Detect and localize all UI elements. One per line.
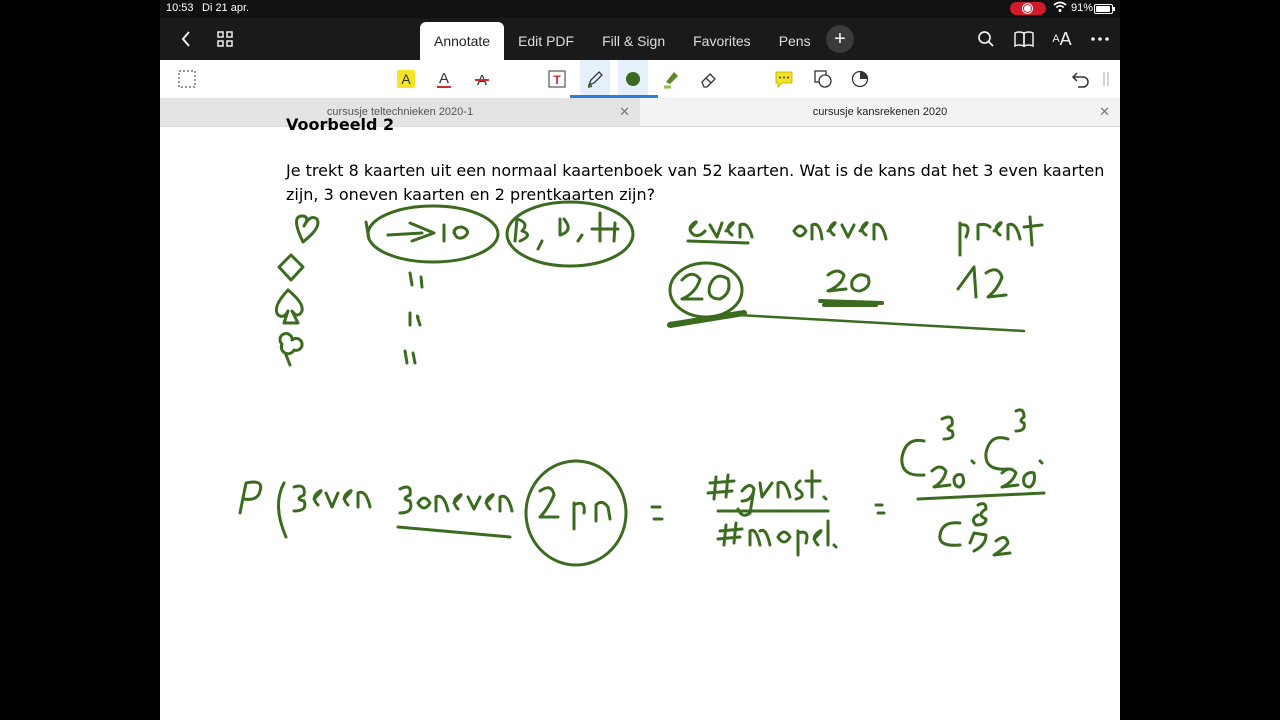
book-icon[interactable] <box>1010 18 1038 60</box>
fraction-line-2 <box>916 491 1046 501</box>
pen-tool-icon[interactable] <box>570 60 620 98</box>
c-20-3 <box>900 415 966 489</box>
diamond-symbol <box>277 253 305 282</box>
comment-tool-icon[interactable] <box>769 60 799 98</box>
strikethrough-text-icon[interactable]: A <box>467 60 497 98</box>
bdh-ink <box>513 211 620 251</box>
c-52-8 <box>938 502 1012 557</box>
doc-tab-label: cursusje kansrekenen 2020 <box>812 106 948 118</box>
more-icon[interactable] <box>1086 18 1114 60</box>
wifi-icon <box>1053 1 1067 16</box>
highlighter-tool-icon[interactable] <box>656 60 686 98</box>
handwritten-annotations <box>238 200 1046 567</box>
twelve-prent <box>956 265 1008 299</box>
spade-symbol <box>274 288 304 325</box>
tab-fill-sign[interactable]: Fill & Sign <box>588 22 679 60</box>
circle-two-pr <box>524 459 628 567</box>
app-screen: 10:53 Di 21 apr. 91% Annotate Edit PDF F… <box>160 0 1120 720</box>
ace-to-ten-ink <box>364 220 469 243</box>
lasso-tool-icon[interactable] <box>845 60 875 98</box>
undo-icon[interactable] <box>1065 60 1095 98</box>
oneven-word <box>792 221 888 241</box>
shapes-tool-icon[interactable] <box>808 60 838 98</box>
equals-1 <box>650 505 664 521</box>
add-tool-button[interactable]: + <box>826 25 854 53</box>
search-icon[interactable] <box>972 18 1000 60</box>
even-thick-underline <box>667 310 747 328</box>
status-time: 10:53 <box>166 2 194 14</box>
twenty-even <box>680 272 731 301</box>
highlight-text-icon[interactable]: A <box>391 60 421 98</box>
two-pr-ink <box>538 486 612 531</box>
twenty-oneven <box>826 269 871 293</box>
screen-record-icon <box>1010 2 1046 15</box>
pdf-page[interactable]: Voorbeeld 2 Je trekt 8 kaarten uit een n… <box>160 115 1120 720</box>
dot-multiply <box>970 459 976 465</box>
tab-edit-pdf[interactable]: Edit PDF <box>504 22 588 60</box>
battery-percentage: 91% <box>1071 2 1094 14</box>
c-20-3b <box>984 408 1044 489</box>
select-tool-icon[interactable] <box>172 60 202 98</box>
ditto-2 <box>408 311 422 327</box>
back-chevron-icon[interactable] <box>168 18 204 60</box>
p-letter <box>238 480 263 515</box>
club-symbol <box>278 332 304 367</box>
text-size-icon[interactable]: AA <box>1048 18 1076 60</box>
tab-pens[interactable]: Pens <box>765 22 825 60</box>
three-oneven-underline <box>396 525 512 539</box>
top-navigation-bar: Annotate Edit PDF Fill & Sign Favorites … <box>160 18 1120 60</box>
equals-2 <box>874 503 886 515</box>
close-icon[interactable]: ✕ <box>619 104 630 120</box>
doc-tab-teltechnieken[interactable]: cursusje teltechnieken 2020-1 ✕ <box>160 98 640 126</box>
toolbar-handle-icon[interactable] <box>1098 60 1114 98</box>
close-icon[interactable]: ✕ <box>1099 104 1110 120</box>
status-date: Di 21 apr. <box>202 2 250 14</box>
prent-word <box>958 215 1044 257</box>
mogel-ink <box>716 519 838 557</box>
svg-text:A: A <box>401 71 411 87</box>
heart-symbol <box>295 214 320 244</box>
even-word <box>688 220 754 239</box>
status-bar: 10:53 Di 21 apr. 91% <box>160 0 1120 18</box>
svg-text:A: A <box>439 70 449 87</box>
battery-icon <box>1094 4 1115 14</box>
open-paren <box>277 481 288 539</box>
tab-annotate[interactable]: Annotate <box>420 22 505 60</box>
underline-text-icon[interactable]: A <box>429 60 459 98</box>
eraser-tool-icon[interactable] <box>694 60 724 98</box>
grid-view-icon[interactable] <box>208 18 242 60</box>
mode-tabs: Annotate Edit PDF Fill & Sign Favorites … <box>420 22 825 60</box>
text-box-icon[interactable]: T <box>542 60 572 98</box>
even-underline <box>686 239 750 245</box>
doc-tab-kansrekenen[interactable]: cursusje kansrekenen 2020 ✕ <box>640 98 1120 126</box>
circle-twenty-even <box>668 261 744 319</box>
twenty-underline <box>818 299 884 307</box>
three-even-ink <box>292 484 372 513</box>
annotation-toolbar: A A A T <box>160 60 1120 99</box>
ditto-1 <box>408 271 424 289</box>
three-oneven-ink <box>398 485 514 515</box>
svg-text:T: T <box>553 73 561 87</box>
gunst-ink <box>706 469 828 517</box>
tab-favorites[interactable]: Favorites <box>679 22 765 60</box>
ditto-3 <box>403 349 417 365</box>
pen-color-swatch[interactable] <box>608 60 658 98</box>
